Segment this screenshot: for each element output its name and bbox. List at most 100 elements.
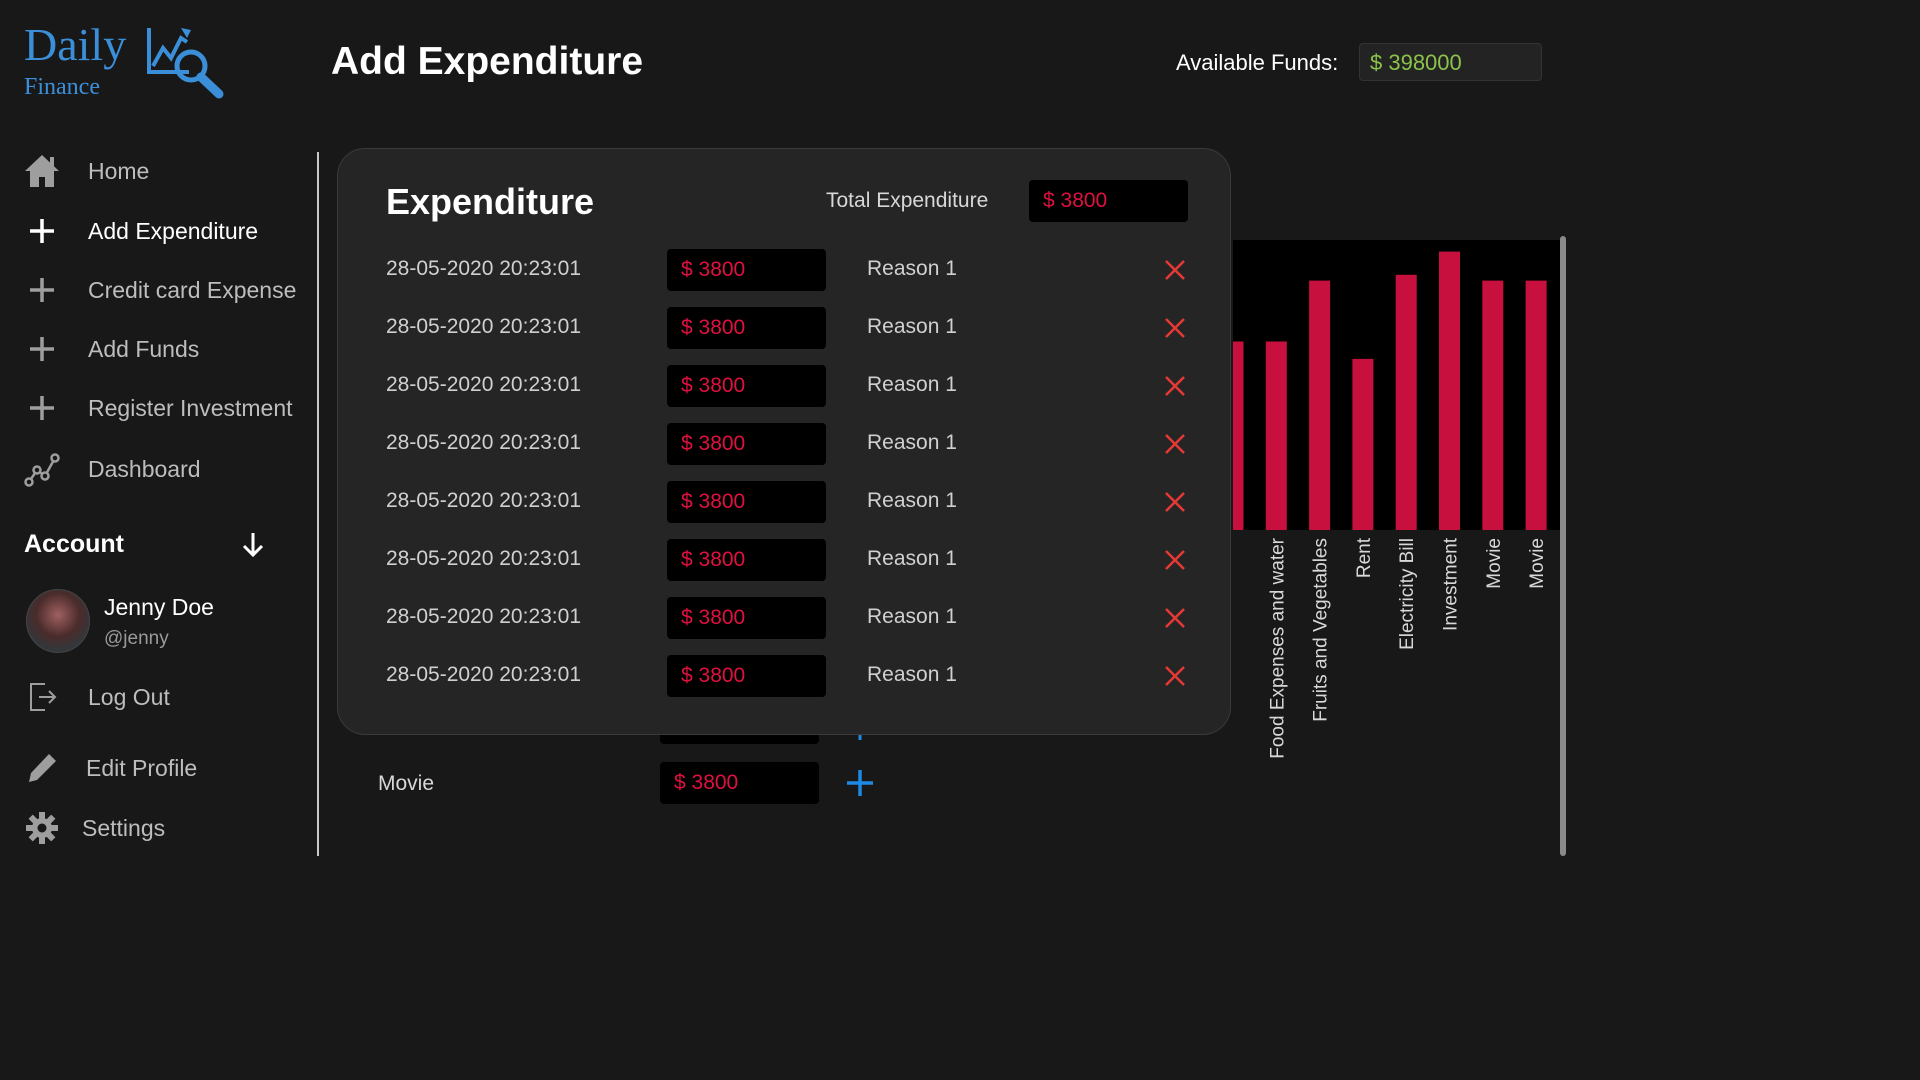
brand-name: Daily [24, 19, 127, 70]
edit-profile-label: Edit Profile [86, 754, 198, 781]
chart-category-label: Fruits and Vegetables [1311, 538, 1332, 722]
user-name: Jenny Doe [104, 594, 214, 620]
row-reason: Reason 1 [867, 315, 957, 338]
logout-icon [22, 677, 62, 717]
row-amount: $ 3800 [667, 365, 826, 407]
close-icon[interactable] [1164, 665, 1186, 687]
settings-button[interactable]: Settings [22, 808, 312, 848]
row-amount: $ 3800 [667, 597, 826, 639]
close-icon[interactable] [1164, 607, 1186, 629]
page-title: Add Expenditure [331, 40, 644, 83]
available-funds-value: $ 398000 [1359, 43, 1542, 81]
add-icon[interactable] [845, 768, 875, 798]
row-reason: Reason 1 [867, 431, 957, 454]
line-chart-icon [22, 449, 62, 489]
expenditure-modal: Expenditure Total Expenditure $ 3800 28-… [337, 148, 1231, 735]
table-row: 28-05-2020 20:23:01 $ 3800 Reason 1 [338, 597, 1232, 639]
row-date: 28-05-2020 20:23:01 [386, 315, 581, 338]
table-row: 28-05-2020 20:23:01 $ 3800 Reason 1 [338, 365, 1232, 407]
chart-bar [1482, 280, 1504, 530]
chart-category-label: Electricity Bill [1397, 538, 1418, 650]
row-amount: $ 3800 [667, 423, 826, 465]
sidebar-item-home[interactable]: Home [22, 151, 312, 191]
row-amount: $ 3800 [667, 481, 826, 523]
total-expenditure-value: $ 3800 [1029, 180, 1188, 222]
category-label: Movie [378, 772, 435, 795]
chart-category-label: Food Expenses and water [1267, 537, 1288, 758]
logout-label: Log Out [88, 683, 170, 710]
sidebar-item-credit-card-expense[interactable]: Credit card Expense [22, 270, 312, 310]
sidebar-item-label: Register Investment [88, 394, 293, 421]
sidebar-item-add-funds[interactable]: Add Funds [22, 329, 312, 369]
plus-icon [22, 329, 62, 369]
close-icon[interactable] [1164, 491, 1186, 513]
table-row: 28-05-2020 20:23:01 $ 3800 Reason 1 [338, 481, 1232, 523]
arrow-down-icon[interactable] [240, 530, 266, 560]
row-date: 28-05-2020 20:23:01 [386, 257, 581, 280]
table-row: 28-05-2020 20:23:01 $ 3800 Reason 1 [338, 423, 1232, 465]
row-amount: $ 3800 [667, 539, 826, 581]
brand-subtitle: Finance [24, 74, 100, 100]
plus-icon [22, 270, 62, 310]
row-amount: $ 3800 [667, 655, 826, 697]
row-amount: $ 3800 [667, 249, 826, 291]
row-reason: Reason 1 [867, 489, 957, 512]
chart-bar [1233, 341, 1244, 530]
row-date: 28-05-2020 20:23:01 [386, 663, 581, 686]
chart-category-label: Investment [1441, 537, 1462, 631]
modal-title: Expenditure [386, 181, 595, 222]
total-expenditure-label: Total Expenditure [826, 189, 989, 212]
settings-label: Settings [82, 814, 166, 841]
row-date: 28-05-2020 20:23:01 [386, 605, 581, 628]
chart-category-label: Rent [1354, 537, 1375, 578]
plus-icon [22, 211, 62, 251]
sidebar-item-label: Home [88, 157, 150, 184]
row-amount: $ 3800 [667, 307, 826, 349]
account-section-label: Account [24, 530, 124, 558]
row-reason: Reason 1 [867, 257, 957, 280]
logo-chart-magnifier-icon [147, 28, 224, 99]
row-date: 28-05-2020 20:23:01 [386, 547, 581, 570]
sidebar-item-dashboard[interactable]: Dashboard [22, 449, 312, 489]
sidebar-item-register-investment[interactable]: Register Investment [22, 388, 312, 428]
chart-bar [1265, 341, 1287, 530]
category-amount-input[interactable]: $ 3800 [660, 762, 819, 804]
chart-bar [1352, 358, 1374, 530]
row-reason: Reason 1 [867, 547, 957, 570]
close-icon[interactable] [1164, 317, 1186, 339]
chart-category-label: Movie [1484, 538, 1505, 589]
scrollbar[interactable] [1560, 236, 1566, 856]
avatar [26, 589, 90, 653]
table-row: 28-05-2020 20:23:01 $ 3800 Reason 1 [338, 249, 1232, 291]
chart-category-label: Movie [1527, 538, 1548, 589]
chart-bar [1525, 280, 1547, 530]
row-reason: Reason 1 [867, 373, 957, 396]
expense-bar-chart: Food Expenses and water Fruits and Vegeta… [1233, 240, 1560, 759]
logout-button[interactable]: Log Out [22, 677, 312, 717]
table-row: 28-05-2020 20:23:01 $ 3800 Reason 1 [338, 655, 1232, 697]
close-icon[interactable] [1164, 549, 1186, 571]
row-reason: Reason 1 [867, 663, 957, 686]
row-date: 28-05-2020 20:23:01 [386, 489, 581, 512]
sidebar-item-add-expenditure[interactable]: Add Expenditure [22, 211, 312, 251]
row-date: 28-05-2020 20:23:01 [386, 373, 581, 396]
close-icon[interactable] [1164, 433, 1186, 455]
pencil-icon [22, 748, 62, 788]
chart-bar [1439, 251, 1460, 530]
plus-icon [22, 388, 62, 428]
user-handle: @jenny [104, 628, 169, 649]
available-funds-label: Available Funds: [1176, 50, 1339, 75]
gear-icon [22, 808, 62, 848]
close-icon[interactable] [1164, 375, 1186, 397]
sidebar-divider [317, 152, 319, 856]
chart-bar [1309, 280, 1331, 530]
sidebar-item-label: Credit card Expense [88, 276, 297, 303]
table-row: 28-05-2020 20:23:01 $ 3800 Reason 1 [338, 539, 1232, 581]
chart-bar [1395, 274, 1417, 530]
table-row: 28-05-2020 20:23:01 $ 3800 Reason 1 [338, 307, 1232, 349]
home-icon [22, 151, 62, 191]
close-icon[interactable] [1164, 259, 1186, 281]
edit-profile-button[interactable]: Edit Profile [22, 748, 312, 788]
sidebar-item-label: Dashboard [88, 455, 201, 482]
row-date: 28-05-2020 20:23:01 [386, 431, 581, 454]
